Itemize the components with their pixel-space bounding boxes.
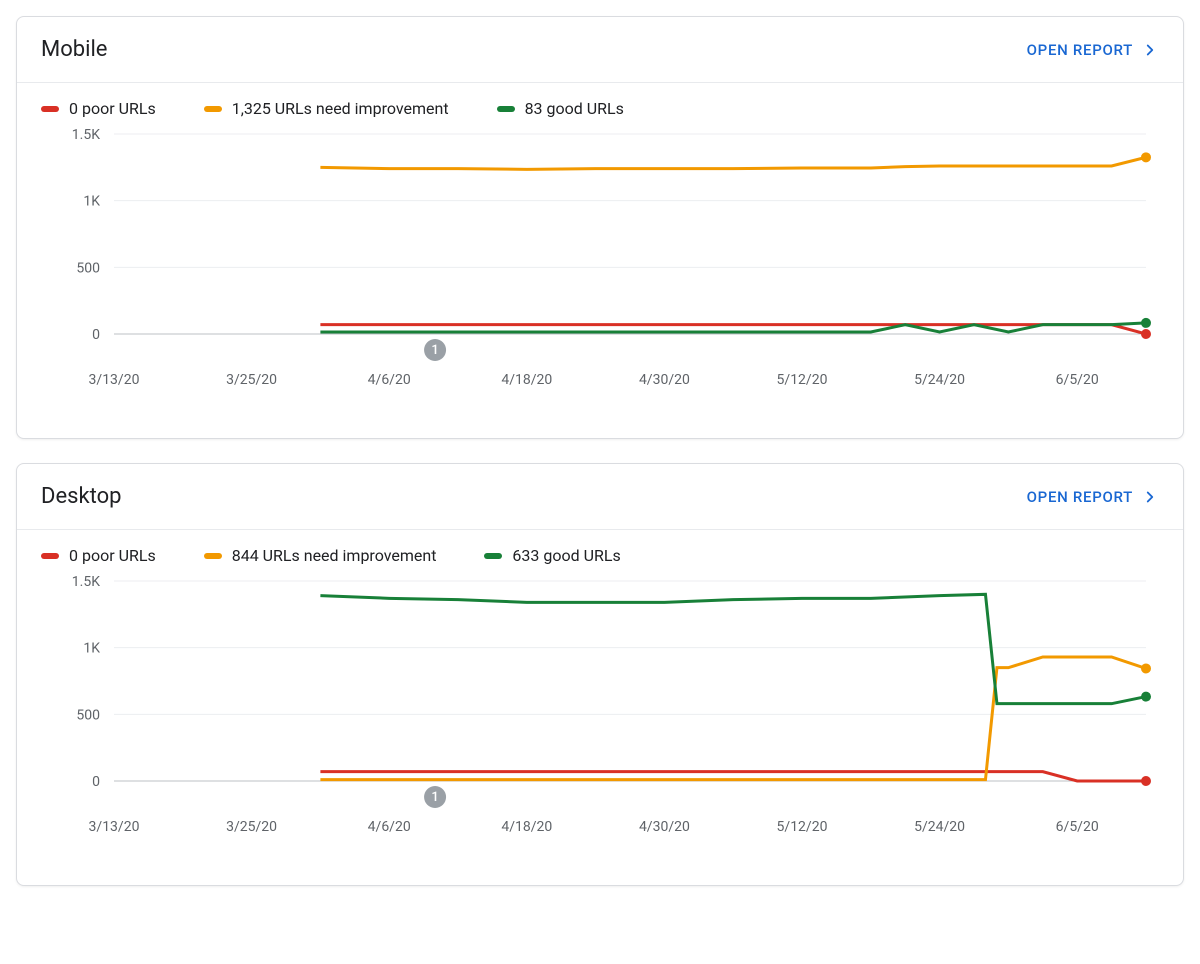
legend-label: 633 good URLs bbox=[512, 546, 620, 565]
legend-item-improve[interactable]: 1,325 URLs need improvement bbox=[204, 99, 449, 118]
svg-text:6/5/20: 6/5/20 bbox=[1056, 372, 1099, 388]
card-header: Desktop OPEN REPORT bbox=[17, 464, 1183, 530]
svg-text:4/6/20: 4/6/20 bbox=[368, 819, 411, 835]
card-title: Desktop bbox=[41, 484, 122, 509]
chevron-right-icon bbox=[1141, 488, 1159, 506]
svg-text:4/6/20: 4/6/20 bbox=[368, 372, 411, 388]
legend-label: 0 poor URLs bbox=[69, 546, 156, 565]
chevron-right-icon bbox=[1141, 41, 1159, 59]
legend-item-good[interactable]: 83 good URLs bbox=[497, 99, 624, 118]
svg-text:3/13/20: 3/13/20 bbox=[89, 819, 140, 835]
legend-item-improve[interactable]: 844 URLs need improvement bbox=[204, 546, 437, 565]
poor-swatch-icon bbox=[41, 106, 59, 112]
svg-text:1: 1 bbox=[431, 790, 438, 805]
open-report-link[interactable]: OPEN REPORT bbox=[1027, 41, 1159, 59]
svg-text:3/13/20: 3/13/20 bbox=[89, 372, 140, 388]
event-marker[interactable]: 1 bbox=[424, 339, 446, 361]
svg-text:1K: 1K bbox=[83, 194, 100, 210]
legend-label: 844 URLs need improvement bbox=[232, 546, 437, 565]
svg-text:0: 0 bbox=[92, 774, 100, 790]
legend-item-good[interactable]: 633 good URLs bbox=[484, 546, 620, 565]
legend-label: 0 poor URLs bbox=[69, 99, 156, 118]
open-report-label: OPEN REPORT bbox=[1027, 41, 1133, 59]
legend-label: 83 good URLs bbox=[525, 99, 624, 118]
svg-text:5/12/20: 5/12/20 bbox=[777, 819, 828, 835]
svg-text:1K: 1K bbox=[83, 641, 100, 657]
legend-item-poor[interactable]: 0 poor URLs bbox=[41, 99, 156, 118]
svg-text:0: 0 bbox=[92, 327, 100, 343]
svg-text:500: 500 bbox=[76, 260, 100, 276]
poor-swatch-icon bbox=[41, 553, 59, 559]
svg-text:1.5K: 1.5K bbox=[72, 127, 100, 143]
open-report-link[interactable]: OPEN REPORT bbox=[1027, 488, 1159, 506]
improve-swatch-icon bbox=[204, 106, 222, 112]
svg-text:4/30/20: 4/30/20 bbox=[639, 819, 690, 835]
svg-text:6/5/20: 6/5/20 bbox=[1056, 819, 1099, 835]
svg-text:500: 500 bbox=[76, 707, 100, 723]
desktop-chart[interactable]: 0 500 1K 1.5K 1 3/13/20 3/25/20 4/6/20 4/18/20… bbox=[17, 571, 1183, 885]
good-swatch-icon bbox=[484, 553, 502, 559]
legend: 0 poor URLs 1,325 URLs need improvement … bbox=[17, 83, 1183, 124]
good-swatch-icon bbox=[497, 106, 515, 112]
card-title: Mobile bbox=[41, 37, 107, 62]
svg-text:3/25/20: 3/25/20 bbox=[226, 372, 277, 388]
svg-text:4/18/20: 4/18/20 bbox=[501, 372, 552, 388]
svg-text:5/24/20: 5/24/20 bbox=[914, 372, 965, 388]
desktop-card: Desktop OPEN REPORT 0 poor URLs 844 URLs… bbox=[16, 463, 1184, 886]
svg-text:5/12/20: 5/12/20 bbox=[777, 372, 828, 388]
legend-label: 1,325 URLs need improvement bbox=[232, 99, 449, 118]
legend: 0 poor URLs 844 URLs need improvement 63… bbox=[17, 530, 1183, 571]
legend-item-poor[interactable]: 0 poor URLs bbox=[41, 546, 156, 565]
svg-text:1: 1 bbox=[431, 343, 438, 358]
svg-text:3/25/20: 3/25/20 bbox=[226, 819, 277, 835]
open-report-label: OPEN REPORT bbox=[1027, 488, 1133, 506]
svg-text:4/18/20: 4/18/20 bbox=[501, 819, 552, 835]
mobile-chart[interactable]: 0 500 1K 1.5K 1 3/13/20 3/25/20 4/6/20 4/18/20… bbox=[17, 124, 1183, 438]
event-marker[interactable]: 1 bbox=[424, 786, 446, 808]
mobile-card: Mobile OPEN REPORT 0 poor URLs 1,325 URL… bbox=[16, 16, 1184, 439]
svg-text:4/30/20: 4/30/20 bbox=[639, 372, 690, 388]
svg-text:5/24/20: 5/24/20 bbox=[914, 819, 965, 835]
svg-text:1.5K: 1.5K bbox=[72, 574, 100, 590]
improve-swatch-icon bbox=[204, 553, 222, 559]
card-header: Mobile OPEN REPORT bbox=[17, 17, 1183, 83]
